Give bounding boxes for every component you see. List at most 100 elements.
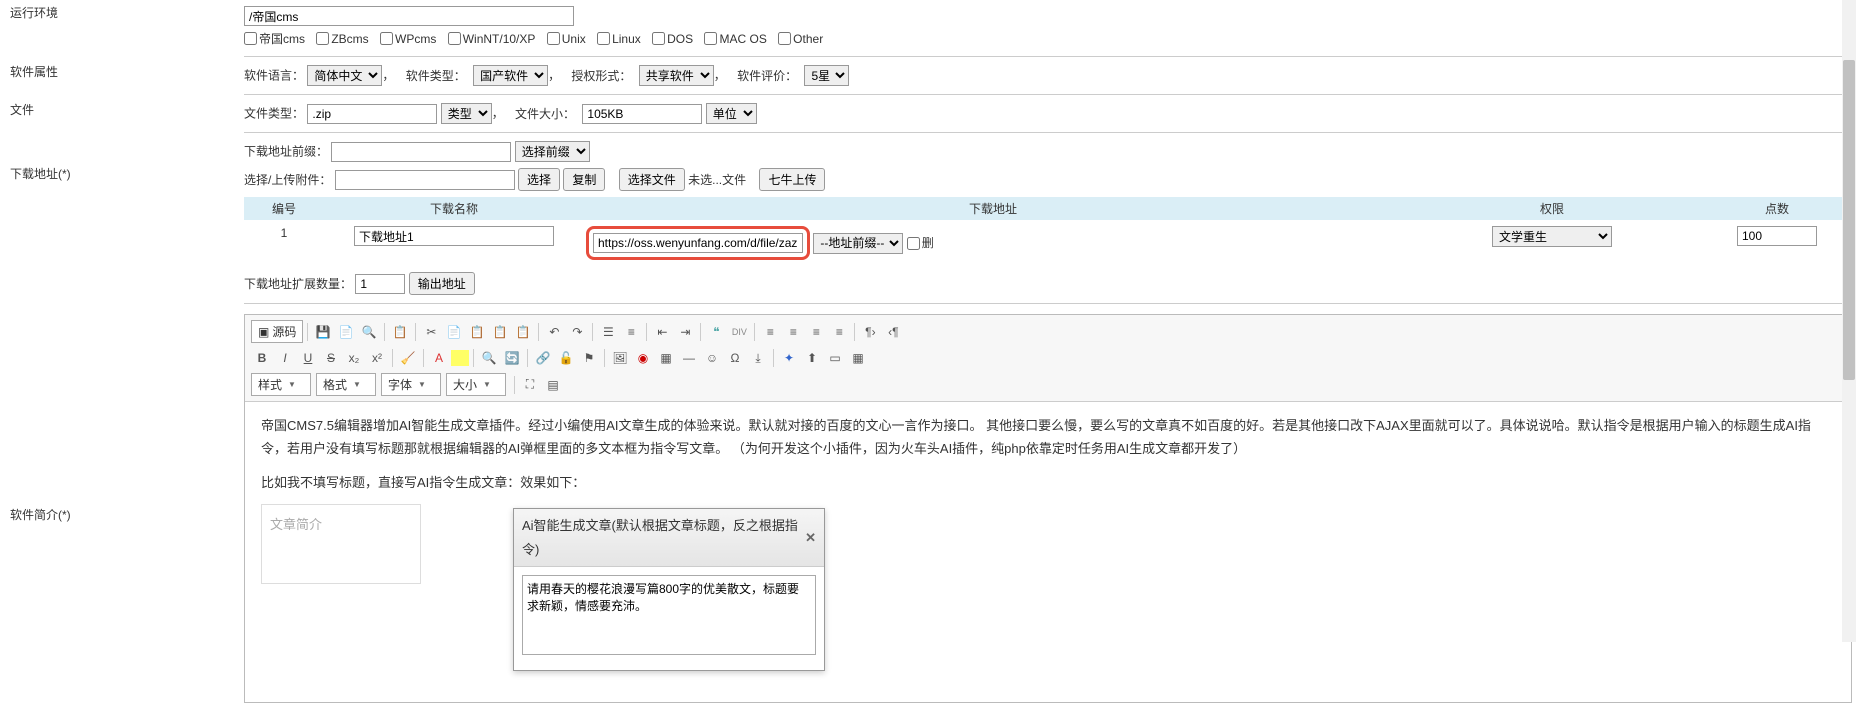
special-char-icon[interactable]: Ω (724, 347, 746, 369)
fsize-input[interactable] (582, 104, 702, 124)
cb-wpcms[interactable]: WPcms (380, 32, 436, 46)
paste-word-icon[interactable]: 📋 (512, 321, 534, 343)
summary-card[interactable]: 文章简介 (261, 504, 421, 584)
scrollbar-track[interactable] (1842, 0, 1856, 642)
format-combo[interactable]: 格式 (316, 373, 376, 396)
style-combo[interactable]: 样式 (251, 373, 311, 396)
rate-select[interactable]: 5星 (804, 65, 849, 86)
link-icon[interactable]: 🔗 (532, 347, 554, 369)
undo-icon[interactable]: ↶ (543, 321, 565, 343)
cb-diguocms[interactable]: 帝国cms (244, 30, 305, 47)
ext-input[interactable] (355, 274, 405, 294)
code-icon[interactable]: ▦ (847, 347, 869, 369)
cb-linux[interactable]: Linux (597, 32, 641, 46)
copy-button[interactable]: 复制 (563, 168, 605, 191)
ul-icon[interactable]: ☰ (597, 321, 619, 343)
ai-dialog-title: Ai智能生成文章(默认根据文章标题，反之根据指令) (522, 514, 805, 561)
fsize-unit-select[interactable]: 单位 (706, 103, 757, 124)
ltr-icon[interactable]: ¶› (859, 321, 881, 343)
emoji-icon[interactable]: ☺ (701, 347, 723, 369)
blockquote-icon[interactable]: ❝ (705, 321, 727, 343)
outdent-icon[interactable]: ⇤ (651, 321, 673, 343)
close-icon[interactable]: ✕ (805, 526, 816, 549)
choose-file-button[interactable]: 选择文件 (619, 168, 685, 191)
bg-color-icon[interactable] (451, 350, 469, 366)
auth-select[interactable]: 共享软件 (639, 65, 714, 86)
remove-format-icon[interactable]: 🧹 (397, 347, 419, 369)
div-icon[interactable]: DIV (728, 321, 750, 343)
ftype-input[interactable] (307, 104, 437, 124)
download-table: 编号 下载名称 下载地址 权限 点数 1 --地址前缀-- (244, 197, 1852, 266)
source-button[interactable]: ▣ 源码 (251, 320, 303, 343)
cb-winnt[interactable]: WinNT/10/XP (448, 32, 536, 46)
row-urlprefix-select[interactable]: --地址前缀-- (813, 233, 903, 254)
template-icon[interactable]: 📋 (389, 321, 411, 343)
align-left-icon[interactable]: ≡ (759, 321, 781, 343)
sup-icon[interactable]: x² (366, 347, 388, 369)
row-name-input[interactable] (354, 226, 554, 246)
prefix-select[interactable]: 选择前缀 (515, 141, 590, 162)
image-icon[interactable]: 🖼 (609, 347, 631, 369)
ai-prompt-textarea[interactable]: 请用春天的樱花浪漫写篇800字的优美散文，标题要求新颖，情感要充沛。 (522, 575, 816, 655)
select-button[interactable]: 选择 (518, 168, 560, 191)
run-env-label: 运行环境 (10, 6, 58, 20)
align-right-icon[interactable]: ≡ (805, 321, 827, 343)
strike-icon[interactable]: S (320, 347, 342, 369)
qiniu-upload-button[interactable]: 七牛上传 (759, 168, 825, 191)
output-addr-button[interactable]: 输出地址 (409, 272, 475, 295)
replace-icon[interactable]: 🔄 (501, 347, 523, 369)
hr-icon[interactable]: — (678, 347, 700, 369)
scrollbar-thumb[interactable] (1843, 60, 1855, 380)
redo-icon[interactable]: ↷ (566, 321, 588, 343)
paste-text-icon[interactable]: 📋 (489, 321, 511, 343)
size-combo[interactable]: 大小 (446, 373, 506, 396)
copy-icon[interactable]: 📄 (443, 321, 465, 343)
align-justify-icon[interactable]: ≡ (828, 321, 850, 343)
text-color-icon[interactable]: A (428, 347, 450, 369)
row-url-input[interactable] (593, 233, 803, 253)
prefix-input[interactable] (331, 142, 511, 162)
sub-icon[interactable]: x₂ (343, 347, 365, 369)
paste-icon[interactable]: 📋 (466, 321, 488, 343)
row-del-checkbox[interactable]: 删 (907, 236, 934, 250)
find-icon[interactable]: 🔍 (478, 347, 500, 369)
new-icon[interactable]: 📄 (335, 321, 357, 343)
lang-select[interactable]: 简体中文 (307, 65, 382, 86)
unlink-icon[interactable]: 🔓 (555, 347, 577, 369)
anchor-icon[interactable]: ⚑ (578, 347, 600, 369)
ai-icon[interactable]: ✦ (778, 347, 800, 369)
indent-icon[interactable]: ⇥ (674, 321, 696, 343)
upload-input[interactable] (335, 170, 515, 190)
editor-content[interactable]: 帝国CMS7.5编辑器增加AI智能生成文章插件。经过小编使用AI文章生成的体验来… (245, 402, 1851, 702)
maximize-icon[interactable]: ⛶ (519, 374, 541, 396)
row-perm-select[interactable]: 文学重生 (1492, 226, 1612, 247)
cb-unix[interactable]: Unix (547, 32, 586, 46)
ftype-label: 文件类型： (244, 107, 304, 121)
blocks-icon[interactable]: ▤ (542, 374, 564, 396)
align-center-icon[interactable]: ≡ (782, 321, 804, 343)
th-count: 点数 (1765, 202, 1789, 216)
preview-icon[interactable]: 🔍 (358, 321, 380, 343)
cb-macos[interactable]: MAC OS (704, 32, 766, 46)
cb-dos[interactable]: DOS (652, 32, 693, 46)
underline-icon[interactable]: U (297, 347, 319, 369)
flash-icon[interactable]: ◉ (632, 347, 654, 369)
table-icon[interactable]: ▦ (655, 347, 677, 369)
cb-zbcms[interactable]: ZBcms (316, 32, 368, 46)
ftype-class-select[interactable]: 类型 (441, 103, 492, 124)
italic-icon[interactable]: I (274, 347, 296, 369)
run-env-input[interactable] (244, 6, 574, 26)
page-icon[interactable]: ▭ (824, 347, 846, 369)
type-select[interactable]: 国产软件 (473, 65, 548, 86)
font-combo[interactable]: 字体 (381, 373, 441, 396)
bold-icon[interactable]: B (251, 347, 273, 369)
upload-icon[interactable]: ⬆ (801, 347, 823, 369)
cb-other[interactable]: Other (778, 32, 823, 46)
rtl-icon[interactable]: ‹¶ (882, 321, 904, 343)
cut-icon[interactable]: ✂ (420, 321, 442, 343)
save-icon[interactable]: 💾 (312, 321, 334, 343)
pagebreak-icon[interactable]: ⤓ (747, 347, 769, 369)
th-perm: 权限 (1540, 202, 1564, 216)
ol-icon[interactable]: ≡ (620, 321, 642, 343)
row-count-input[interactable] (1737, 226, 1817, 246)
